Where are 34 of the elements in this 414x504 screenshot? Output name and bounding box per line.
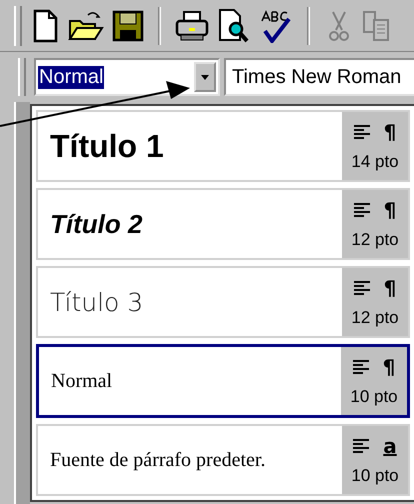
paragraph-mark: ¶ [382,355,396,379]
spelling-check-icon[interactable] [259,8,293,42]
style-field[interactable]: Normal [34,58,220,96]
style-option[interactable]: Título 2 ¶ 12 pto [36,188,410,260]
style-name: Título 2 [50,208,142,240]
style-name: Fuente de párrafo predeter. [50,448,266,472]
align-left-icon [352,360,369,374]
print-preview-icon[interactable] [217,8,251,44]
paragraph-mark: ¶ [384,198,396,222]
style-option[interactable]: Título 1 ¶ 14 pto [36,110,410,182]
font-size-label: 10 pto [350,387,398,407]
style-name: Título 3 [50,288,144,316]
printer-icon[interactable] [175,8,209,42]
font-size-label: 12 pto [351,230,399,250]
font-size-label: 14 pto [351,152,399,172]
font-size-label: 12 pto [351,308,399,328]
style-name: Normal [51,370,112,392]
align-left-icon [353,439,370,453]
style-option[interactable]: Fuente de párrafo predeter. a 10 pto [36,424,410,496]
caret-icon [201,74,209,80]
align-left-icon [354,281,370,295]
toolbar-grip[interactable] [14,6,22,46]
font-size-label: 10 pto [351,466,399,486]
style-name: Título 1 [50,128,164,164]
align-left-icon [354,125,370,139]
paragraph-mark: ¶ [384,120,396,144]
font-field[interactable]: Times New Roman [224,58,414,96]
paragraph-mark: ¶ [384,276,396,300]
dropdown-button[interactable] [194,62,216,92]
style-option[interactable]: Normal ¶ 10 pto [36,344,410,418]
character-style-mark: a [383,434,397,458]
style-option[interactable]: Título 3 ¶ 12 pto [36,266,410,338]
toolbar-grip[interactable] [18,58,26,96]
align-left-icon [354,203,370,217]
